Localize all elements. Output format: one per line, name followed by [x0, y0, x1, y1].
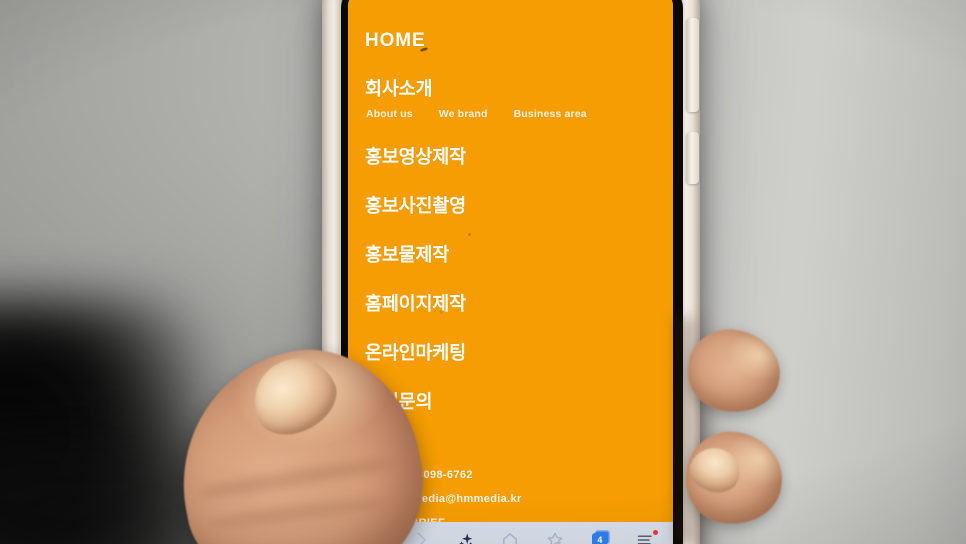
photo-vignette [0, 0, 966, 544]
photo-scene: HOME 회사소개 About us We brand Business are… [0, 0, 966, 544]
